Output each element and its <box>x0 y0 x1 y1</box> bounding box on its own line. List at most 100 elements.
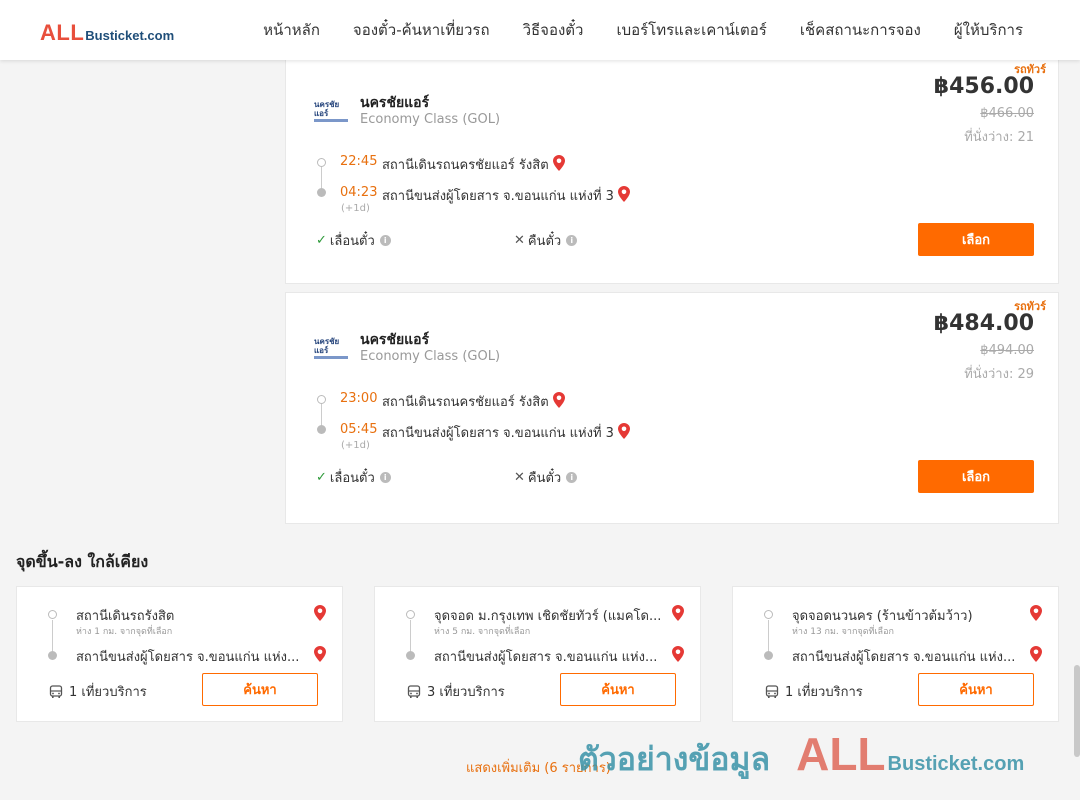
arrival-dot <box>317 425 326 434</box>
trip-count-label: 3 เที่ยวบริการ <box>427 685 505 700</box>
trip-card: รถทัวร์ นครชัยแอร์ นครชัยแอร์ Economy Cl… <box>285 55 1059 284</box>
select-trip-button[interactable]: เลือก <box>918 460 1034 493</box>
departure-station-label: สถานีเดินรถนครชัยแอร์ รังสิต <box>382 158 549 173</box>
price: ฿484.00 <box>933 311 1034 336</box>
info-icon[interactable]: i <box>566 235 578 246</box>
scrollbar-thumb[interactable] <box>1074 665 1080 757</box>
map-pin-icon[interactable] <box>552 392 565 408</box>
logo-all-text: ALL <box>40 20 85 45</box>
seats-available: ที่นั่งว่าง: 21 <box>964 130 1034 145</box>
route-line <box>410 620 411 652</box>
check-icon: ✓ <box>316 233 327 248</box>
nav-phone-counters[interactable]: เบอร์โทรและเคาน์เตอร์ <box>616 18 766 42</box>
watermark: ตัวอย่างข้อมูล ALL Busticket.com <box>578 727 1024 785</box>
nav-how-to-book[interactable]: วิธีจองตั๋ว <box>523 18 584 42</box>
info-icon[interactable]: i <box>379 235 391 246</box>
nearby-stop-card: จุดจอดนวนคร (ร้านข้าวต้มว้าว) ห่าง 13 กม… <box>732 586 1059 722</box>
departure-dot <box>317 395 326 404</box>
search-button[interactable]: ค้นหา <box>560 673 676 706</box>
departure-time: 23:00 <box>340 391 378 406</box>
nav-booking-status[interactable]: เช็คสถานะการจอง <box>800 18 921 42</box>
refund-ticket-label: คืนตั๋ว <box>527 234 562 249</box>
search-button[interactable]: ค้นหา <box>202 673 318 706</box>
nearby-section-title: จุดขึ้น-ลง ใกล้เคียง <box>16 552 149 571</box>
operator-name: นครชัยแอร์ <box>360 95 430 111</box>
check-icon: ✓ <box>316 470 327 485</box>
nearby-destination: สถานีขนส่งผู้โดยสาร จ.ขอนแก่น แห่ง... <box>76 650 300 665</box>
seats-available: ที่นั่งว่าง: 29 <box>964 367 1034 382</box>
main-nav: หน้าหลัก จองตั๋ว-ค้นหาเที่ยวรถ วิธีจองตั… <box>263 0 1023 60</box>
info-icon[interactable]: i <box>566 472 578 483</box>
trip-count: 1 เที่ยวบริการ <box>765 681 863 702</box>
site-logo[interactable]: ALL Busticket.com <box>40 20 174 46</box>
price: ฿456.00 <box>933 74 1034 99</box>
arrival-time: 05:45 <box>340 422 378 437</box>
nearby-destination: สถานีขนส่งผู้โดยสาร จ.ขอนแก่น แห่ง... <box>434 650 658 665</box>
map-pin-icon[interactable] <box>314 605 326 621</box>
map-pin-icon[interactable] <box>314 646 326 662</box>
origin-dot <box>406 610 415 619</box>
old-price: ฿466.00 <box>980 106 1034 121</box>
operator-logo-text: นครชัยแอร์ <box>314 337 340 355</box>
map-pin-icon[interactable] <box>552 155 565 171</box>
destination-dot <box>406 651 415 660</box>
bus-icon <box>765 684 779 698</box>
trip-count-label: 1 เที่ยวบริการ <box>69 685 147 700</box>
nearby-origin: สถานีเดินรถรังสิต <box>76 609 175 624</box>
trip-count: 1 เที่ยวบริการ <box>49 681 147 702</box>
arrival-dot <box>317 188 326 197</box>
trip-card: รถทัวร์ นครชัยแอร์ นครชัยแอร์ Economy Cl… <box>285 292 1059 524</box>
cross-icon: ✕ <box>514 233 525 248</box>
trip-count-label: 1 เที่ยวบริการ <box>785 685 863 700</box>
search-button[interactable]: ค้นหา <box>918 673 1034 706</box>
map-pin-icon[interactable] <box>617 186 630 202</box>
select-trip-button[interactable]: เลือก <box>918 223 1034 256</box>
site-header: ALL Busticket.com หน้าหลัก จองตั๋ว-ค้นหา… <box>0 0 1080 60</box>
next-day-label: (+1d) <box>341 203 370 214</box>
nearby-distance: ห่าง 13 กม. จากจุดที่เลือก <box>792 627 894 637</box>
logo-domain-text: Busticket.com <box>85 28 175 43</box>
nav-home[interactable]: หน้าหลัก <box>263 18 320 42</box>
destination-dot <box>764 651 773 660</box>
nearby-stop-card: สถานีเดินรถรังสิต ห่าง 1 กม. จากจุดที่เล… <box>16 586 343 722</box>
map-pin-icon[interactable] <box>672 605 684 621</box>
operator-logo-text: นครชัยแอร์ <box>314 100 340 118</box>
route-line <box>52 620 53 652</box>
nearby-origin: จุดจอด ม.กรุงเทพ เชิดชัยทัวร์ (แมคโด... <box>434 609 662 624</box>
origin-dot <box>48 610 57 619</box>
arrival-station-label: สถานีขนส่งผู้โดยสาร จ.ขอนแก่น แห่งที่ 3 <box>382 426 614 441</box>
bus-icon <box>49 684 63 698</box>
nearby-distance: ห่าง 1 กม. จากจุดที่เลือก <box>76 627 173 637</box>
operator-logo: นครชัยแอร์ <box>314 337 350 359</box>
nav-book-search[interactable]: จองตั๋ว-ค้นหาเที่ยวรถ <box>353 18 490 42</box>
destination-dot <box>48 651 57 660</box>
origin-dot <box>764 610 773 619</box>
cross-icon: ✕ <box>514 470 525 485</box>
refund-ticket-option: ✕ คืนตั๋ว i <box>514 230 578 251</box>
nearby-origin: จุดจอดนวนคร (ร้านข้าวต้มว้าว) <box>792 609 973 624</box>
arrival-time: 04:23 <box>340 185 378 200</box>
departure-station: สถานีเดินรถนครชัยแอร์ รังสิต <box>382 391 565 412</box>
departure-time: 22:45 <box>340 154 378 169</box>
arrival-station-label: สถานีขนส่งผู้โดยสาร จ.ขอนแก่น แห่งที่ 3 <box>382 189 614 204</box>
nearby-stop-card: จุดจอด ม.กรุงเทพ เชิดชัยทัวร์ (แมคโด... … <box>374 586 701 722</box>
bus-icon <box>407 684 421 698</box>
nearby-destination: สถานีขนส่งผู้โดยสาร จ.ขอนแก่น แห่ง... <box>792 650 1016 665</box>
refund-ticket-label: คืนตั๋ว <box>527 471 562 486</box>
map-pin-icon[interactable] <box>1030 646 1042 662</box>
arrival-station: สถานีขนส่งผู้โดยสาร จ.ขอนแก่น แห่งที่ 3 <box>382 185 630 206</box>
info-icon[interactable]: i <box>379 472 391 483</box>
change-ticket-option: ✓ เลื่อนตั๋ว i <box>316 230 391 251</box>
operator-logo-bar <box>314 119 348 122</box>
change-ticket-label: เลื่อนตั๋ว <box>329 471 375 486</box>
map-pin-icon[interactable] <box>1030 605 1042 621</box>
nav-operators[interactable]: ผู้ให้บริการ <box>954 18 1023 42</box>
map-pin-icon[interactable] <box>617 423 630 439</box>
operator-logo: นครชัยแอร์ <box>314 100 350 122</box>
arrival-station: สถานีขนส่งผู้โดยสาร จ.ขอนแก่น แห่งที่ 3 <box>382 422 630 443</box>
change-ticket-label: เลื่อนตั๋ว <box>329 234 375 249</box>
map-pin-icon[interactable] <box>672 646 684 662</box>
operator-logo-bar <box>314 356 348 359</box>
watermark-text: ตัวอย่างข้อมูล <box>578 740 771 778</box>
change-ticket-option: ✓ เลื่อนตั๋ว i <box>316 467 391 488</box>
